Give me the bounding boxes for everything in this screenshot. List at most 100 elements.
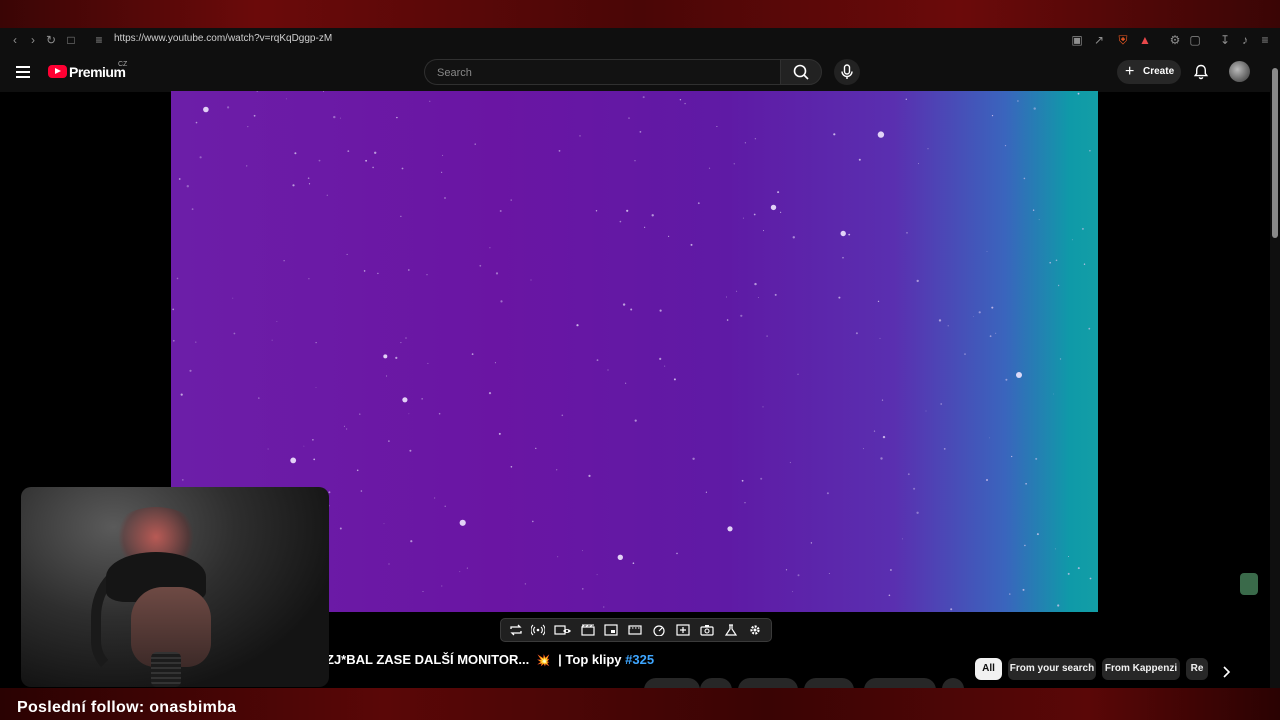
star bbox=[246, 165, 248, 167]
star bbox=[372, 166, 374, 169]
flask-icon[interactable] bbox=[724, 624, 738, 636]
player-extension-toolbar bbox=[500, 618, 772, 642]
speed-icon[interactable] bbox=[652, 624, 666, 636]
address-bar[interactable]: https://www.youtube.com/watch?v=rqKqDggp… bbox=[114, 33, 332, 44]
star bbox=[582, 588, 584, 590]
star bbox=[383, 523, 385, 525]
star bbox=[1016, 372, 1022, 378]
search-button[interactable] bbox=[780, 59, 822, 85]
broadcast-icon[interactable] bbox=[531, 624, 545, 636]
chip-from-kappenzi[interactable]: From Kappenzi bbox=[1102, 658, 1180, 680]
avatar[interactable] bbox=[1229, 61, 1250, 82]
hamburger-menu-icon[interactable] bbox=[16, 66, 30, 78]
star bbox=[172, 339, 175, 342]
media-icon[interactable]: ♪ bbox=[1238, 33, 1252, 47]
bookmark-icon[interactable]: □ bbox=[64, 33, 78, 47]
star bbox=[303, 445, 305, 447]
star bbox=[925, 410, 927, 412]
star bbox=[938, 319, 942, 322]
star bbox=[189, 369, 192, 372]
star bbox=[964, 353, 966, 355]
plus-icon: + bbox=[1125, 63, 1135, 80]
star bbox=[741, 479, 744, 482]
star bbox=[986, 251, 988, 252]
clapper-icon[interactable] bbox=[581, 624, 595, 636]
star bbox=[888, 594, 891, 597]
star bbox=[434, 497, 436, 499]
star bbox=[343, 425, 345, 427]
notifications-bell-icon[interactable] bbox=[1192, 63, 1210, 81]
star bbox=[1024, 544, 1026, 547]
chevron-right-icon[interactable] bbox=[1216, 662, 1236, 682]
star bbox=[258, 397, 260, 399]
add-icon[interactable] bbox=[676, 624, 690, 636]
brave-shield-icon[interactable]: ⛨ bbox=[1116, 33, 1130, 47]
star bbox=[1059, 358, 1062, 360]
star bbox=[726, 296, 727, 298]
youtube-logo-icon[interactable] bbox=[48, 65, 67, 78]
star bbox=[619, 220, 622, 223]
star bbox=[726, 319, 729, 321]
star bbox=[1088, 327, 1091, 330]
star bbox=[1057, 604, 1060, 607]
share-icon[interactable]: ↗ bbox=[1092, 33, 1106, 47]
star bbox=[972, 316, 974, 317]
star bbox=[326, 194, 328, 196]
chip-related[interactable]: Re bbox=[1186, 658, 1208, 680]
star bbox=[826, 492, 829, 495]
back-icon[interactable]: ‹ bbox=[8, 33, 22, 47]
picture-in-picture-icon[interactable] bbox=[604, 624, 618, 636]
chip-from-your-search[interactable]: From your search bbox=[1008, 658, 1096, 680]
star bbox=[267, 448, 269, 450]
star bbox=[1049, 261, 1051, 264]
chip-all[interactable]: All bbox=[975, 658, 1002, 680]
sticker-icon bbox=[1240, 573, 1258, 595]
star bbox=[408, 413, 410, 415]
reload-icon[interactable]: ↻ bbox=[44, 33, 58, 47]
search-input[interactable] bbox=[435, 64, 769, 82]
search-box bbox=[424, 59, 780, 85]
star bbox=[736, 290, 738, 292]
microphone-icon bbox=[841, 64, 853, 79]
star bbox=[172, 308, 175, 311]
star bbox=[1089, 149, 1091, 152]
star bbox=[927, 148, 929, 150]
country-code: CZ bbox=[118, 61, 128, 68]
star bbox=[395, 356, 398, 359]
star bbox=[383, 354, 388, 359]
star bbox=[989, 437, 990, 439]
title-hashtag-link[interactable]: #325 bbox=[625, 652, 654, 667]
create-button[interactable]: + Create bbox=[1117, 60, 1181, 84]
loop-icon[interactable] bbox=[509, 624, 523, 636]
star bbox=[471, 353, 474, 355]
cinema-icon[interactable] bbox=[628, 624, 642, 636]
cast-icon[interactable]: ▣ bbox=[1070, 33, 1084, 47]
star bbox=[253, 114, 256, 117]
sidebar-icon[interactable]: ▢ bbox=[1188, 33, 1202, 47]
browser-menu-icon[interactable]: ≡ bbox=[1258, 33, 1272, 47]
site-settings-icon[interactable]: ≡ bbox=[92, 33, 106, 47]
star bbox=[1005, 378, 1008, 381]
star bbox=[950, 608, 953, 611]
eye-icon[interactable] bbox=[554, 624, 572, 636]
extensions-icon[interactable]: ⚙ bbox=[1168, 33, 1182, 47]
star bbox=[360, 490, 363, 492]
voice-search-button[interactable] bbox=[834, 59, 860, 85]
star bbox=[227, 106, 230, 109]
scrollbar-thumb[interactable] bbox=[1272, 68, 1278, 238]
star bbox=[1068, 556, 1069, 557]
star bbox=[347, 150, 350, 152]
star bbox=[356, 469, 359, 472]
rewards-icon[interactable]: ▲ bbox=[1138, 33, 1152, 47]
logo-text[interactable]: Premium bbox=[69, 64, 126, 80]
download-icon[interactable]: ↧ bbox=[1218, 33, 1232, 47]
star bbox=[409, 449, 412, 452]
star bbox=[307, 177, 310, 179]
screenshot-icon[interactable] bbox=[700, 624, 714, 636]
star bbox=[630, 308, 633, 311]
star bbox=[792, 591, 794, 593]
star bbox=[797, 373, 799, 375]
settings-icon[interactable] bbox=[748, 624, 762, 636]
star bbox=[842, 256, 844, 259]
forward-icon[interactable]: › bbox=[26, 33, 40, 47]
